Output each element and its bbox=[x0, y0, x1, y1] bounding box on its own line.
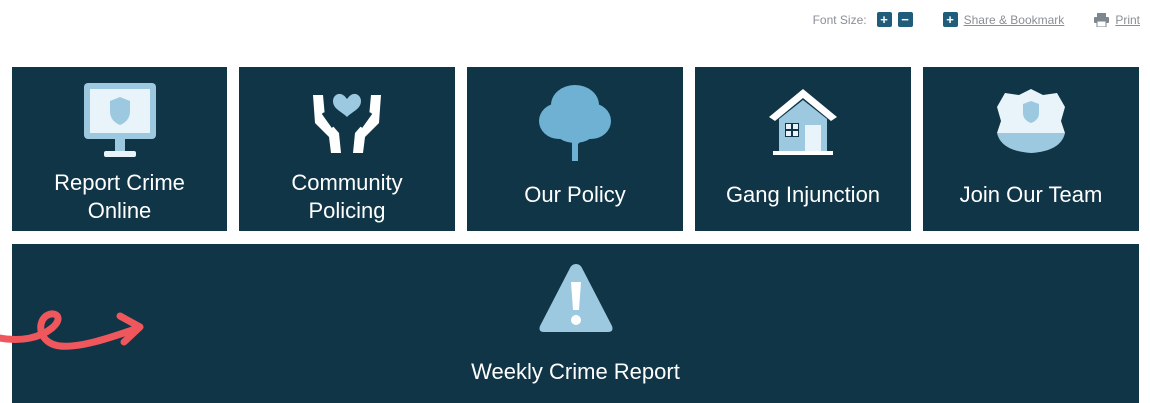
share-plus-icon[interactable]: + bbox=[942, 12, 958, 27]
tile-report-crime-online[interactable]: Report Crime Online bbox=[12, 67, 227, 231]
tile-join-our-team[interactable]: Join Our Team bbox=[923, 67, 1139, 231]
tile-label: Report Crime bbox=[54, 170, 185, 195]
tile-label: Online bbox=[87, 198, 152, 223]
page: Font Size: + − + Share & Bookmark Print … bbox=[0, 0, 1150, 403]
computer-shield-icon bbox=[83, 83, 156, 157]
tile-weekly-crime-report[interactable]: Weekly Crime Report bbox=[12, 244, 1139, 403]
tree-icon bbox=[539, 85, 611, 161]
printer-icon[interactable] bbox=[1094, 12, 1110, 27]
share-bookmark-link[interactable]: Share & Bookmark bbox=[964, 13, 1065, 27]
curly-arrow-icon bbox=[0, 310, 144, 350]
house-icon bbox=[769, 89, 837, 155]
tile-our-policy[interactable]: Our Policy bbox=[467, 67, 683, 231]
warning-icon bbox=[539, 264, 612, 332]
tile-label: Weekly Crime Report bbox=[471, 359, 680, 384]
font-size-label: Font Size: bbox=[812, 12, 867, 27]
print-link[interactable]: Print bbox=[1115, 13, 1140, 27]
tile-label: Join Our Team bbox=[959, 182, 1103, 207]
tile-label: Policing bbox=[308, 198, 386, 223]
police-badge-icon bbox=[997, 89, 1065, 153]
tile-label: Our Policy bbox=[524, 182, 626, 207]
tile-gang-injunction[interactable]: Gang Injunction bbox=[695, 67, 911, 231]
tile-label: Community bbox=[291, 170, 403, 195]
tile-label: Gang Injunction bbox=[725, 182, 881, 207]
tile-community-policing[interactable]: Community Policing bbox=[239, 67, 455, 231]
font-decrease-button[interactable]: − bbox=[897, 12, 913, 27]
font-increase-button[interactable]: + bbox=[876, 12, 892, 27]
hands-heart-icon bbox=[313, 93, 381, 153]
utility-bar: Font Size: + − + Share & Bookmark Print bbox=[813, 12, 1140, 27]
